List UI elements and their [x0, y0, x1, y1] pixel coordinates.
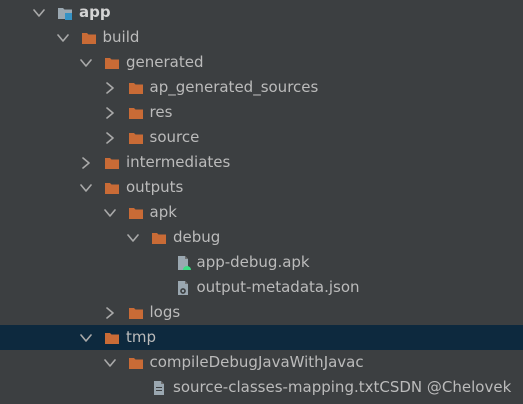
folder-icon [104, 180, 120, 196]
chevron-down-icon[interactable] [127, 232, 139, 244]
tree-item-app-debug-apk[interactable]: app-debug.apk [0, 250, 523, 275]
chevron-right-icon[interactable] [104, 106, 116, 119]
folder-icon [104, 330, 120, 346]
chevron-right-icon[interactable] [80, 156, 92, 169]
folder-icon [128, 105, 144, 121]
tree-item-label: build [102, 28, 140, 46]
json-file-icon [175, 280, 191, 296]
folder-icon [81, 30, 97, 46]
chevron-right-icon[interactable] [104, 306, 116, 319]
tree-item-label: app-debug.apk [196, 253, 310, 271]
tree-item-label: debug [173, 228, 221, 246]
text-file-icon [151, 380, 167, 396]
tree-item-label: compileDebugJavaWithJavac [149, 353, 364, 371]
tree-item-generated[interactable]: generated [0, 50, 523, 75]
folder-icon [128, 205, 144, 221]
chevron-down-icon[interactable] [103, 357, 116, 369]
chevron-right-icon[interactable] [104, 81, 116, 94]
tree-item-source[interactable]: source [0, 125, 523, 150]
chevron-down-icon[interactable] [33, 7, 45, 19]
tree-item-label: intermediates [126, 153, 231, 171]
chevron-down-icon[interactable] [56, 32, 69, 44]
folder-icon [128, 130, 144, 146]
tree-item-debug[interactable]: debug [0, 225, 523, 250]
folder-icon [128, 355, 144, 371]
tree-item-label: source-classes-mapping.txt [173, 378, 380, 396]
folder-icon [151, 230, 167, 246]
tree-item-source-classes-mapping-txt[interactable]: source-classes-mapping.txt CSDN @Chelovek [0, 375, 523, 400]
tree-item-apk[interactable]: apk [0, 200, 523, 225]
folder-icon [104, 55, 120, 71]
apk-file-icon [175, 255, 191, 271]
tree-item-label: ap_generated_sources [149, 78, 319, 96]
chevron-right-icon[interactable] [104, 131, 116, 144]
tree-item-label: output-metadata.json [196, 278, 360, 296]
tree-item-label: generated [126, 53, 204, 71]
watermark: CSDN @Chelovek [379, 378, 512, 396]
tree-item-ap-generated-sources[interactable]: ap_generated_sources [0, 75, 523, 100]
chevron-down-icon[interactable] [80, 57, 92, 69]
chevron-down-icon[interactable] [80, 332, 92, 344]
tree-item-logs[interactable]: logs [0, 300, 523, 325]
tree-item-output-metadata-json[interactable]: output-metadata.json [0, 275, 523, 300]
tree-item-intermediates[interactable]: intermediates [0, 150, 523, 175]
folder-icon [104, 155, 120, 171]
tree-item-label: source [149, 128, 200, 146]
tree-item-tmp[interactable]: tmp [0, 325, 523, 350]
tree-item-label: apk [149, 203, 177, 221]
tree-item-label: app [79, 3, 111, 21]
tree-item-label: res [149, 103, 173, 121]
tree-item-build[interactable]: build [0, 25, 523, 50]
tree-item-label: tmp [126, 328, 157, 346]
folder-icon [128, 305, 144, 321]
folder-icon [128, 80, 144, 96]
project-tree: app build generated ap_generated_sourcesres… [0, 0, 523, 404]
tree-item-res[interactable]: res [0, 100, 523, 125]
chevron-down-icon[interactable] [103, 207, 116, 219]
tree-item-outputs[interactable]: outputs [0, 175, 523, 200]
tree-item-label: logs [149, 303, 181, 321]
chevron-down-icon[interactable] [80, 182, 92, 194]
tree-item-compiledebugjavawithjavac[interactable]: compileDebugJavaWithJavac [0, 350, 523, 375]
tree-item-label: outputs [126, 178, 184, 196]
module-folder-icon [57, 5, 73, 21]
tree-item-app[interactable]: app [0, 0, 523, 25]
